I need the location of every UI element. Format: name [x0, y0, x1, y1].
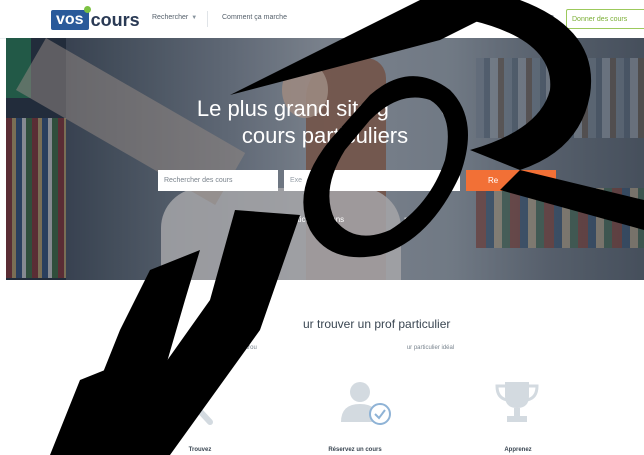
section-subtitle: Découvrez comment trou ur particulier idé… [189, 345, 455, 351]
feature-label-find: Trouvez [188, 447, 212, 453]
search-location-input[interactable]: Exe [284, 170, 460, 191]
chevron-down-icon[interactable]: ▼ [508, 14, 514, 20]
feature-label-book: Réservez un cours [328, 447, 382, 453]
chevron-down-icon: ▼ [191, 15, 198, 21]
logo-vos: vos [51, 6, 91, 30]
feature-learn [477, 378, 557, 431]
user-avatar-icon[interactable] [449, 11, 465, 27]
vos-cours-logo[interactable]: vos cours [51, 6, 140, 30]
feature-label-learn: Apprenez [504, 447, 532, 453]
search-icon [445, 176, 452, 183]
teacher-count: 534 305 profs particuliers dans res [234, 215, 416, 224]
search-button[interactable]: Re [466, 170, 556, 191]
hero-title-line2: cours particuliers [241, 123, 409, 148]
magnifier-icon [171, 382, 213, 425]
hero-title-line1: Le plus grand site ge [196, 96, 454, 121]
user-menu-label[interactable]: C [469, 14, 474, 21]
hero-overlay [6, 38, 644, 280]
nav-divider [207, 11, 208, 27]
nav-search-menu[interactable]: Rechercher ▼ [152, 14, 197, 21]
logo-cours: cours [90, 9, 140, 30]
feature-book [325, 378, 405, 431]
logo-dot [83, 6, 91, 13]
signup-link[interactable]: Inscription [522, 14, 554, 21]
search-subject-input[interactable]: Rechercher des cours [158, 170, 278, 191]
trophy-icon [495, 382, 539, 422]
nav-how-it-works[interactable]: Comment ça marche [222, 14, 287, 21]
give-courses-button[interactable]: Donner des cours [566, 9, 644, 29]
user-check-icon [341, 382, 391, 425]
top-navbar: vos cours Rechercher ▼ Comment ça marche … [0, 0, 644, 39]
feature-find [150, 378, 230, 431]
watermark-bottom [50, 360, 130, 455]
section-heading: Arrêtez de p ur trouver un prof particuli… [193, 317, 451, 331]
hero-banner: Le plus grand site ge cours particuliers… [6, 38, 644, 280]
